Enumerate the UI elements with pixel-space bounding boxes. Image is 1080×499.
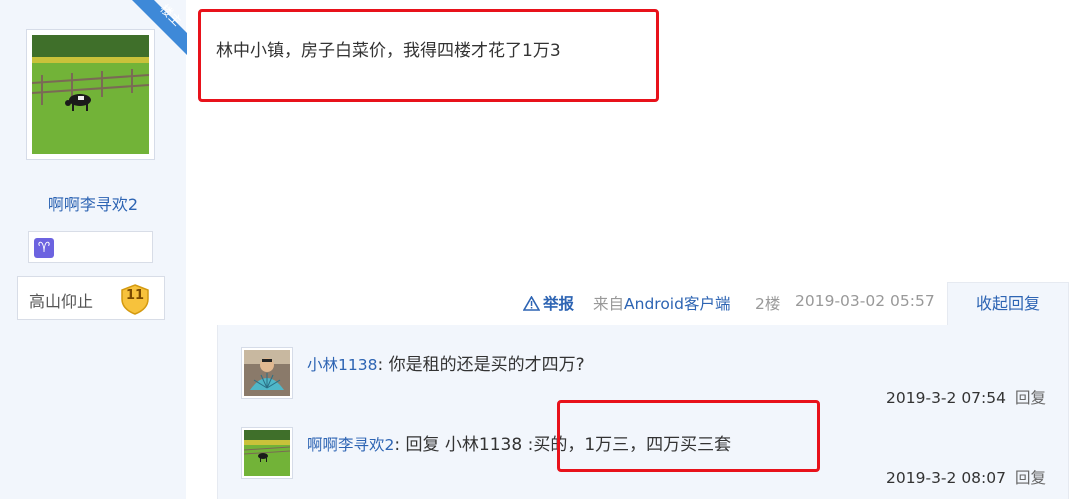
reply-button[interactable]: 回复 bbox=[1015, 469, 1046, 487]
author-name-link[interactable]: 啊啊李寻欢2 bbox=[0, 191, 186, 215]
reply-time: 2019-3-2 07:54 bbox=[886, 389, 1006, 407]
reply-button[interactable]: 回复 bbox=[1015, 389, 1046, 407]
reply-avatar[interactable] bbox=[241, 427, 293, 479]
reply-avatar[interactable] bbox=[241, 347, 293, 399]
highlight-box-post bbox=[198, 9, 659, 102]
floor-number: 2楼 bbox=[755, 295, 781, 313]
post-source: 来自Android客户端 bbox=[593, 292, 730, 314]
author-sidebar: 啊啊李寻欢2 ♈ 高山仰止 11 bbox=[0, 0, 186, 499]
post-time: 2019-03-02 05:57 bbox=[795, 292, 935, 310]
reply-username[interactable]: 啊啊李寻欢2 bbox=[307, 436, 394, 454]
reply-username[interactable]: 小林1138 bbox=[307, 356, 377, 374]
warning-icon bbox=[522, 295, 541, 313]
reply-text-line: 小林1138: 你是租的还是买的才四万? bbox=[307, 350, 585, 375]
constellation-badge-box: ♈ bbox=[28, 231, 153, 263]
highlight-box-reply bbox=[557, 400, 820, 472]
reply-text: 你是租的还是买的才四万? bbox=[388, 355, 585, 375]
reply-time: 2019-3-2 08:07 bbox=[886, 469, 1006, 487]
level-number: 11 bbox=[125, 288, 145, 303]
level-badge[interactable]: 高山仰止 11 bbox=[17, 276, 165, 320]
reply-meta: 2019-3-2 08:07 回复 bbox=[886, 466, 1046, 488]
collapse-replies-button[interactable]: 收起回复 bbox=[947, 282, 1069, 326]
reply-separator: : bbox=[394, 435, 406, 455]
level-title: 高山仰止 bbox=[29, 292, 94, 311]
op-badge: 楼主 bbox=[132, 0, 187, 55]
reply-separator: : bbox=[377, 355, 389, 375]
reply-meta: 2019-3-2 07:54 回复 bbox=[886, 386, 1046, 408]
report-link[interactable]: 举报 bbox=[522, 292, 575, 314]
from-prefix: 来自 bbox=[593, 295, 625, 313]
client-link[interactable]: Android客户端 bbox=[624, 295, 730, 313]
aries-icon[interactable]: ♈ bbox=[34, 238, 54, 258]
report-label: 举报 bbox=[543, 295, 575, 313]
level-shield-icon: 11 bbox=[119, 283, 151, 315]
